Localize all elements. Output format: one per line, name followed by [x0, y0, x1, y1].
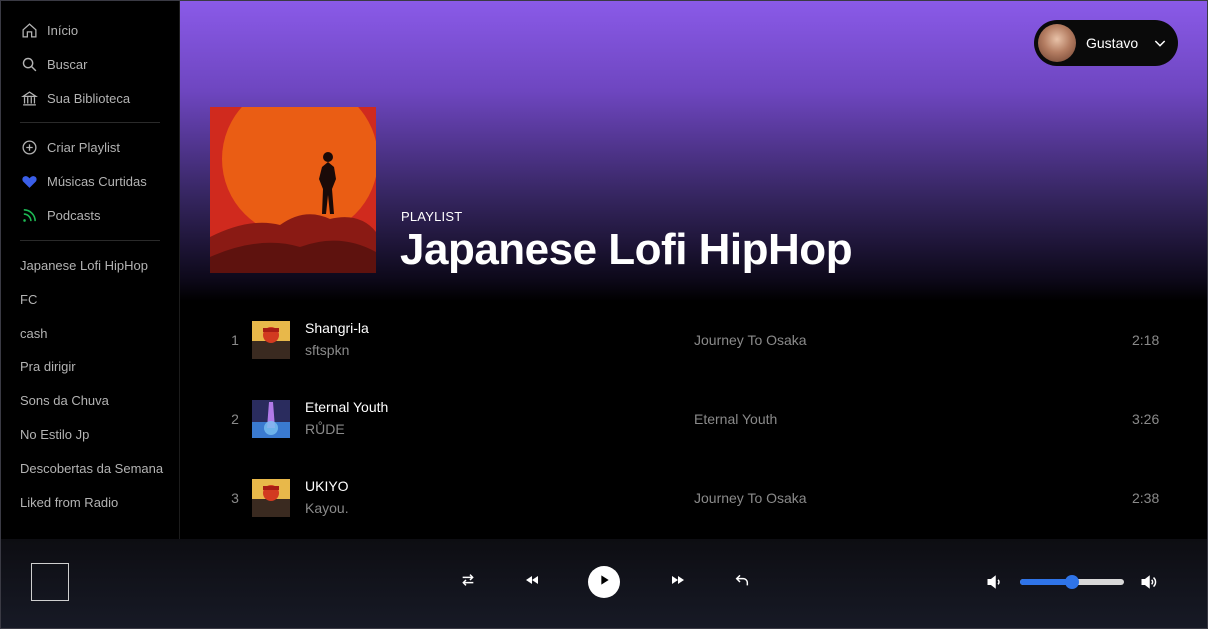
track-album-art: [252, 400, 290, 438]
track-title: Shangri-la: [305, 320, 369, 336]
sidebar-playlist-item[interactable]: No Estilo Jp: [20, 427, 89, 442]
avatar: [1038, 24, 1076, 62]
nav-home-label: Início: [47, 22, 79, 38]
track-title: UKIYO: [305, 478, 349, 494]
sidebar-playlist-item[interactable]: Japanese Lofi HipHop: [20, 258, 148, 273]
track-duration: 2:18: [1132, 332, 1160, 348]
heart-icon: [20, 172, 38, 190]
track-duration: 2:38: [1132, 490, 1160, 506]
back-icon: [734, 572, 750, 593]
track-duration: 3:26: [1132, 411, 1160, 427]
track-number: 2: [231, 411, 239, 427]
next-button[interactable]: [667, 571, 689, 593]
nav-search[interactable]: Buscar: [20, 53, 87, 75]
sidebar-divider: [20, 240, 160, 241]
track-row[interactable]: 2 Eternal Youth RŮDE Eternal Youth 3:26: [210, 389, 1170, 449]
sidebar-playlist-item[interactable]: Liked from Radio: [20, 495, 118, 510]
user-menu-button[interactable]: Gustavo: [1034, 20, 1178, 66]
track-number: 3: [231, 490, 239, 506]
volume-knob[interactable]: [1065, 575, 1079, 589]
sidebar-playlist-item[interactable]: Sons da Chuva: [20, 393, 109, 408]
liked-songs-label: Músicas Curtidas: [47, 173, 147, 189]
track-title: Eternal Youth: [305, 399, 389, 415]
track-album[interactable]: Journey To Osaka: [694, 490, 807, 506]
volume-slider[interactable]: [1020, 575, 1124, 589]
shuffle-button[interactable]: [457, 571, 479, 593]
track-artist[interactable]: Kayou.: [305, 500, 349, 516]
plus-circle-icon: [20, 138, 38, 156]
track-row[interactable]: 3 UKIYO Kayou. Journey To Osaka 2:38: [210, 468, 1170, 528]
track-album[interactable]: Eternal Youth: [694, 411, 777, 427]
play-icon: [596, 572, 612, 593]
playlist-type-label: PLAYLIST: [401, 209, 463, 224]
sidebar: Início Buscar Sua Biblioteca Criar Playl…: [1, 1, 180, 539]
play-button[interactable]: [588, 566, 620, 598]
playlist-cover-image: [210, 107, 376, 273]
podcasts-button[interactable]: Podcasts: [20, 204, 100, 226]
track-artist[interactable]: RŮDE: [305, 421, 345, 437]
player-bar: [1, 539, 1207, 628]
page-title: Japanese Lofi HipHop: [400, 225, 853, 274]
track-artist[interactable]: sftspkn: [305, 342, 349, 358]
create-playlist-button[interactable]: Criar Playlist: [20, 136, 120, 158]
track-album-art: [252, 479, 290, 517]
volume-low-icon[interactable]: [986, 573, 1004, 591]
app-window: Início Buscar Sua Biblioteca Criar Playl…: [0, 0, 1208, 629]
now-playing-art: [31, 563, 69, 601]
library-icon: [20, 89, 38, 107]
podcast-icon: [20, 206, 38, 224]
user-name: Gustavo: [1086, 35, 1139, 51]
back-button[interactable]: [731, 571, 753, 593]
previous-button[interactable]: [521, 571, 543, 593]
sidebar-playlist-item[interactable]: cash: [20, 326, 47, 341]
previous-icon: [524, 572, 540, 593]
chevron-down-icon: [1152, 35, 1168, 51]
nav-library-label: Sua Biblioteca: [47, 90, 131, 106]
nav-search-label: Buscar: [47, 56, 88, 72]
track-row[interactable]: 1 Shangri-la sftspkn Journey To Osaka 2:…: [210, 310, 1170, 370]
sidebar-playlist-item[interactable]: FC: [20, 292, 37, 307]
podcasts-label: Podcasts: [47, 207, 101, 223]
shuffle-icon: [460, 572, 476, 593]
track-album[interactable]: Journey To Osaka: [694, 332, 807, 348]
nav-home[interactable]: Início: [20, 19, 78, 41]
sidebar-divider: [20, 122, 160, 123]
main-content: Gustavo PLAYLIST Japanese Lofi HipHop 1: [180, 1, 1207, 539]
home-icon: [20, 21, 38, 39]
liked-songs-button[interactable]: Músicas Curtidas: [20, 170, 147, 192]
nav-library[interactable]: Sua Biblioteca: [20, 87, 130, 109]
volume-high-icon[interactable]: [1140, 573, 1158, 591]
search-icon: [20, 55, 38, 73]
track-album-art: [252, 321, 290, 359]
sidebar-playlist-item[interactable]: Descobertas da Semana: [20, 461, 163, 476]
sidebar-playlist-item[interactable]: Pra dirigir: [20, 359, 76, 374]
next-icon: [670, 572, 686, 593]
track-number: 1: [231, 332, 239, 348]
create-playlist-label: Criar Playlist: [47, 139, 120, 155]
